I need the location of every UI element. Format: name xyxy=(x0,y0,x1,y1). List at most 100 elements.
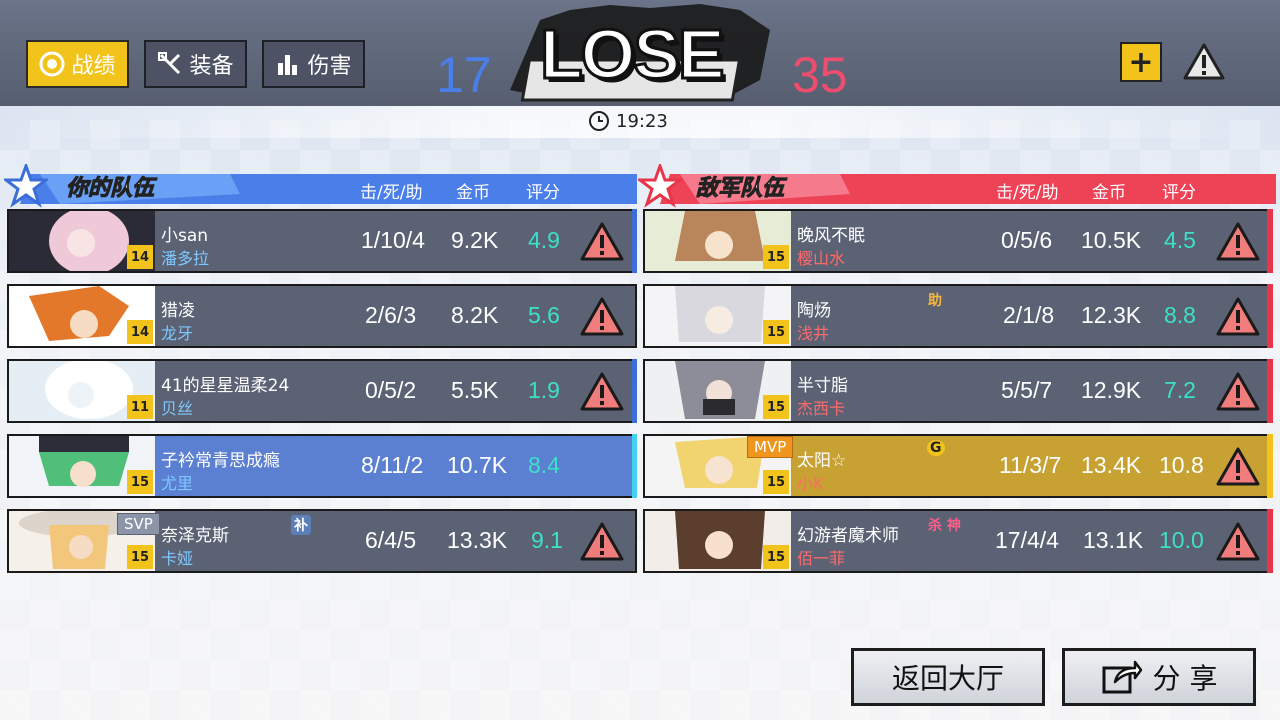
rating-value: 10.8 xyxy=(1159,452,1204,478)
rating-value: 1.9 xyxy=(528,377,560,403)
share-button[interactable]: 分 享 xyxy=(1062,648,1256,706)
col-gold: 金币 xyxy=(456,183,490,203)
kda-value: 0/5/2 xyxy=(365,377,417,403)
player-row-red-3[interactable]: 15 半寸脂 杰西卡 5/5/7 12.9K 7.2 xyxy=(643,359,1273,423)
kda-value: 1/10/4 xyxy=(361,227,425,253)
tab-label: 装备 xyxy=(189,54,234,79)
col-gold: 金币 xyxy=(1092,183,1126,203)
share-icon xyxy=(1102,660,1142,694)
player-name: 猎凌 xyxy=(161,301,195,321)
player-name: 陶炀 xyxy=(797,301,831,321)
hero-name: 浅井 xyxy=(797,324,830,343)
level-badge: 15 xyxy=(763,470,789,494)
warning-icon[interactable] xyxy=(1215,446,1261,488)
gold-value: 10.5K xyxy=(1081,227,1142,253)
level-badge: 15 xyxy=(763,320,789,344)
warning-icon[interactable] xyxy=(1215,371,1261,413)
rating-value: 5.6 xyxy=(528,302,560,328)
player-name: 小san xyxy=(161,226,209,246)
player-name: 晚风不眠 xyxy=(797,226,865,246)
player-row-blue-3[interactable]: 11 41的星星温柔24 贝丝 0/5/2 5.5K 1.9 xyxy=(7,359,637,423)
player-name: 子衿常青思成瘾 xyxy=(161,451,280,471)
kda-value: 2/1/8 xyxy=(1003,302,1055,328)
result-text: LOSE xyxy=(539,14,727,95)
blue-team-score: 17 xyxy=(436,47,492,103)
tab-label: 伤害 xyxy=(307,54,352,79)
warning-icon[interactable] xyxy=(1215,221,1261,263)
warning-icon[interactable] xyxy=(579,521,625,563)
bar-chart-icon xyxy=(275,51,301,77)
row-edge xyxy=(1267,434,1273,498)
rating-value: 8.4 xyxy=(528,452,560,478)
col-kda: 击/死/助 xyxy=(996,183,1059,203)
player-row-blue-1[interactable]: 14 小san 潘多拉 1/10/4 9.2K 4.9 xyxy=(7,209,637,273)
hero-name: 尤里 xyxy=(161,474,194,493)
return-lobby-button[interactable]: 返回大厅 xyxy=(851,648,1045,706)
col-kda: 击/死/助 xyxy=(360,183,423,203)
gold-value: 9.2K xyxy=(451,227,499,253)
hero-name: 卡娅 xyxy=(161,549,194,568)
blue-team-title: 你的队伍 xyxy=(65,176,155,202)
player-name: 41的星星温柔24 xyxy=(161,376,290,396)
level-badge: 15 xyxy=(127,545,153,569)
row-edge xyxy=(1267,359,1273,423)
plus-icon: + xyxy=(1128,44,1154,80)
result-banner: LOSE xyxy=(500,0,790,106)
row-edge xyxy=(632,359,637,423)
tab-equipment[interactable]: 装备 xyxy=(144,40,247,88)
gold-value: 12.3K xyxy=(1081,302,1142,328)
gold-value: 13.4K xyxy=(1081,452,1142,478)
warning-icon[interactable] xyxy=(579,221,625,263)
warning-icon[interactable] xyxy=(1215,521,1261,563)
player-row-red-1[interactable]: 15 晚风不眠 樱山水 0/5/6 10.5K 4.5 xyxy=(643,209,1273,273)
player-name: 太阳☆ xyxy=(797,451,847,471)
player-row-blue-5[interactable]: SVP 15 奈泽克斯 补 卡娅 6/4/5 13.3K 9.1 xyxy=(7,509,637,573)
rating-value: 9.1 xyxy=(531,527,563,553)
warning-icon xyxy=(1183,43,1225,80)
player-name: 幻游者魔术师 xyxy=(797,526,899,546)
warning-icon[interactable] xyxy=(1215,296,1261,338)
gold-value: 10.7K xyxy=(447,452,508,478)
hero-name: 佰一菲 xyxy=(797,549,846,568)
level-badge: 15 xyxy=(763,245,789,269)
kda-value: 0/5/6 xyxy=(1001,227,1053,253)
red-team-title: 敌军队伍 xyxy=(695,176,785,202)
star-icon xyxy=(4,164,48,208)
target-icon xyxy=(39,51,65,77)
player-row-red-5[interactable]: 15 幻游者魔术师 杀 神 佰一菲 17/4/4 13.1K 10.0 xyxy=(643,509,1273,573)
row-edge xyxy=(632,209,637,273)
rating-value: 4.5 xyxy=(1164,227,1196,253)
tab-record[interactable]: 战绩 xyxy=(26,40,129,88)
gold-value: 8.2K xyxy=(451,302,499,328)
hero-name: 樱山水 xyxy=(797,249,846,268)
level-badge: 14 xyxy=(127,320,153,344)
assist-tag: 助 xyxy=(928,293,942,309)
timer-value: 19:23 xyxy=(616,110,668,132)
add-friend-button[interactable]: + xyxy=(1120,42,1162,82)
row-edge xyxy=(632,434,637,498)
level-badge: 15 xyxy=(127,470,153,494)
player-name: 半寸脂 xyxy=(797,376,848,396)
player-row-red-2[interactable]: 15 陶炀 助 浅井 2/1/8 12.3K 8.8 xyxy=(643,284,1273,348)
rating-value: 7.2 xyxy=(1164,377,1196,403)
player-row-blue-2[interactable]: 14 猎凌 龙牙 2/6/3 8.2K 5.6 xyxy=(7,284,637,348)
hero-name: 贝丝 xyxy=(161,399,194,418)
level-badge: 15 xyxy=(763,545,789,569)
tab-damage[interactable]: 伤害 xyxy=(262,40,365,88)
player-row-blue-4-self[interactable]: 15 子衿常青思成瘾 尤里 8/11/2 10.7K 8.4 xyxy=(7,434,637,498)
row-edge xyxy=(1267,284,1273,348)
godlike-tag: 杀 神 xyxy=(928,518,961,534)
warning-icon[interactable] xyxy=(579,296,625,338)
gold-value: 13.1K xyxy=(1083,527,1144,553)
report-button[interactable] xyxy=(1182,42,1226,82)
warning-icon[interactable] xyxy=(579,371,625,413)
mvp-badge: MVP xyxy=(747,436,794,458)
level-badge: 14 xyxy=(127,245,153,269)
hero-name: 小K xyxy=(797,474,824,493)
kda-value: 8/11/2 xyxy=(361,452,424,478)
support-tag: 补 xyxy=(291,515,311,535)
rating-value: 4.9 xyxy=(528,227,560,253)
rating-value: 8.8 xyxy=(1164,302,1196,328)
player-row-red-4-mvp[interactable]: MVP 15 太阳☆ G 小K 11/3/7 13.4K 10.8 xyxy=(643,434,1273,498)
row-edge xyxy=(1267,209,1273,273)
